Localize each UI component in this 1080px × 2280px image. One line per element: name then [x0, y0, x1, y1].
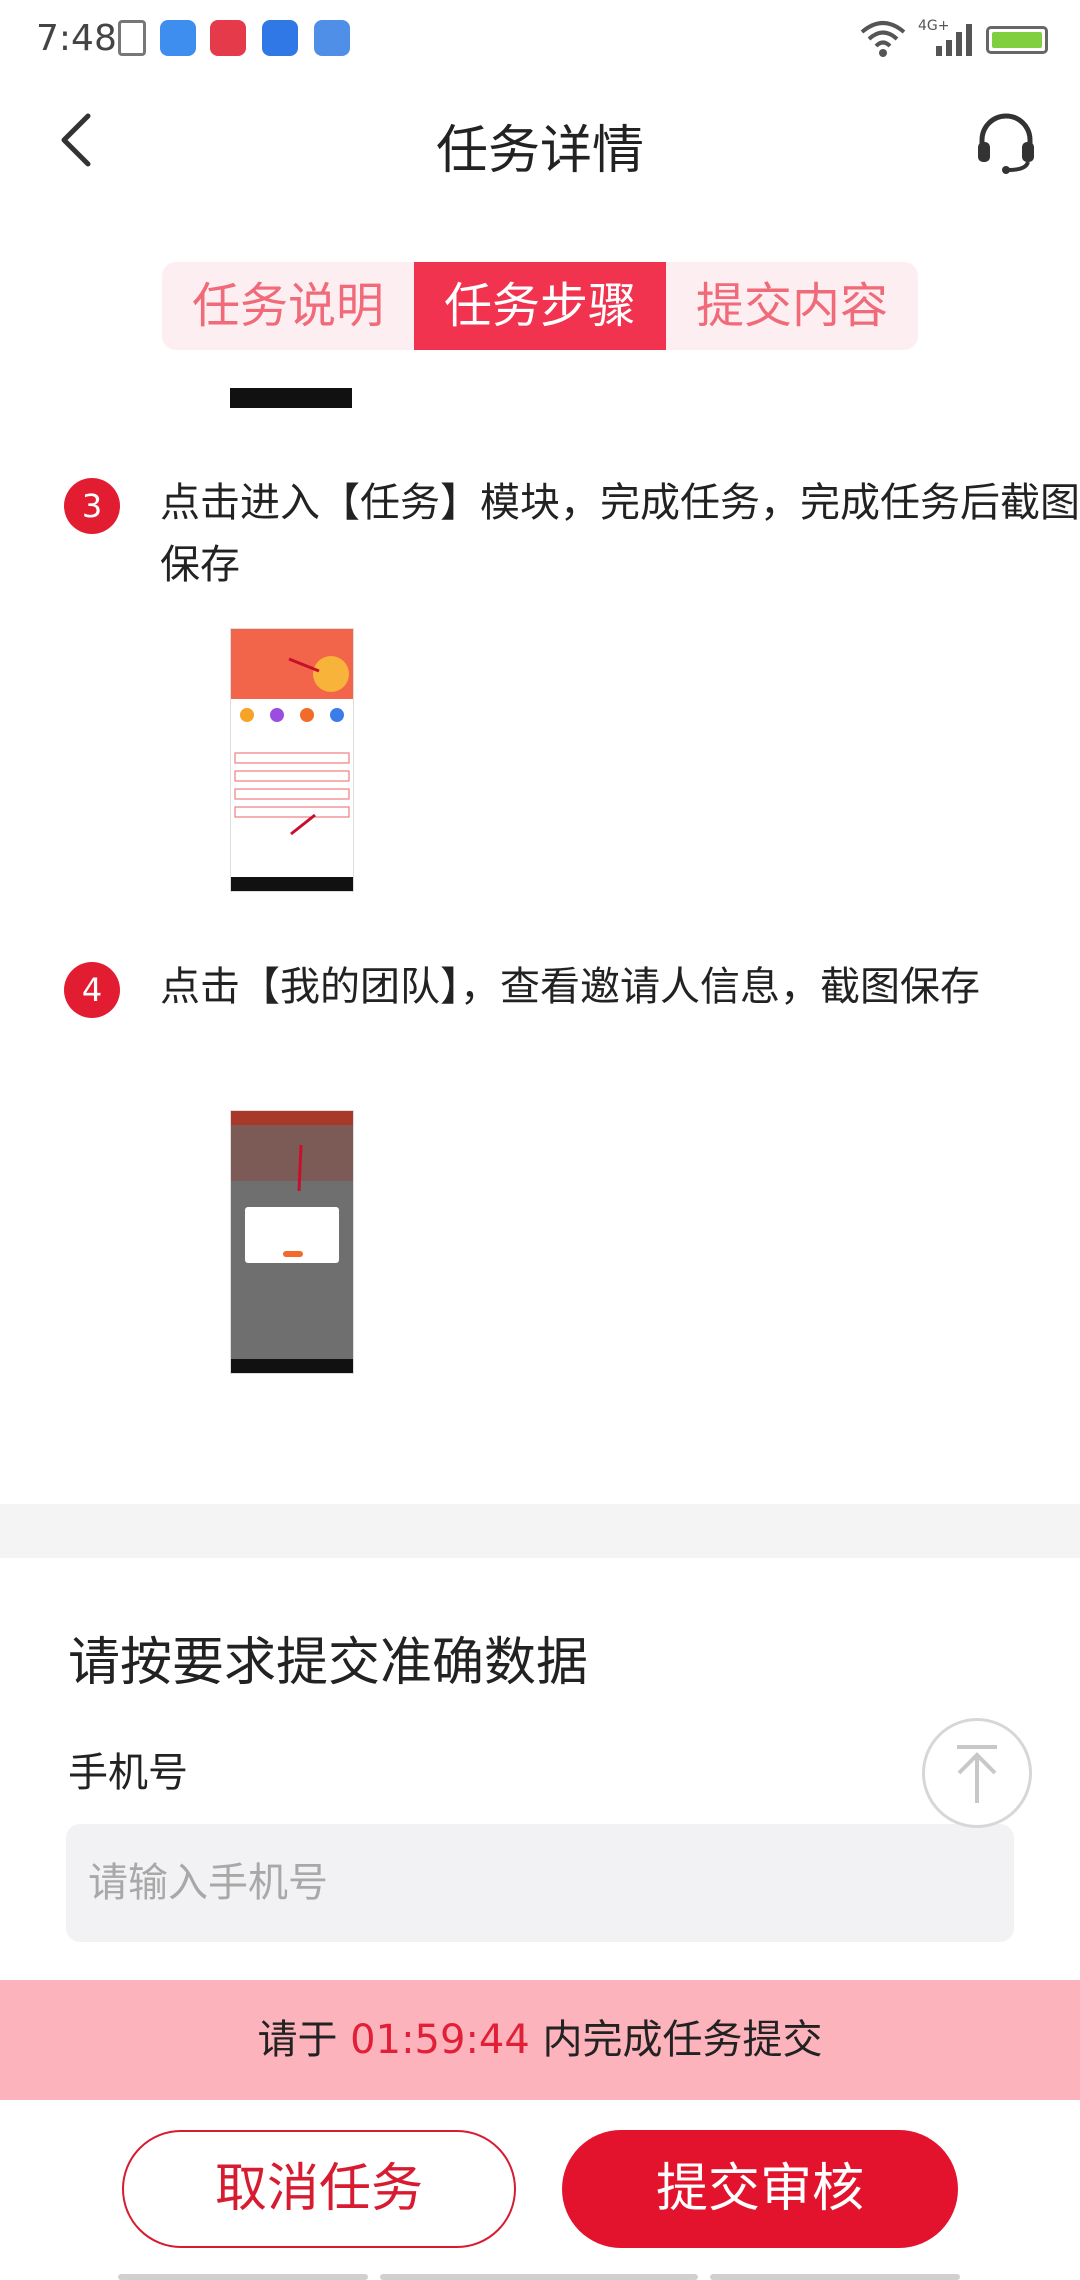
- phone-label: 手机号: [68, 1750, 188, 1796]
- signal-icon: 4G+: [918, 18, 972, 56]
- screenshot-thumbnail: [231, 1111, 353, 1373]
- phone-input[interactable]: [66, 1824, 1014, 1942]
- notification-app-icon: [210, 20, 246, 56]
- screenshot-image-partial: [230, 388, 352, 408]
- countdown-suffix: 内完成任务提交: [542, 2017, 823, 2063]
- step-number-badge: 3: [64, 478, 120, 534]
- submit-review-button[interactable]: 提交审核: [562, 2130, 958, 2248]
- app-header: 任务详情: [0, 90, 1080, 190]
- scroll-to-top-button[interactable]: [922, 1718, 1032, 1828]
- vibrate-icon: [118, 20, 146, 56]
- wifi-icon: [860, 21, 906, 57]
- countdown-timer: 01:59:44: [350, 2017, 530, 2063]
- cancel-task-button[interactable]: 取消任务: [122, 2130, 516, 2248]
- step-screenshot-image[interactable]: [230, 1110, 354, 1374]
- tab-task-steps[interactable]: 任务步骤: [414, 262, 666, 350]
- tab-task-description[interactable]: 任务说明: [162, 262, 414, 350]
- step-number-badge: 4: [64, 962, 120, 1018]
- step-screenshot-image[interactable]: [230, 628, 354, 892]
- tab-submit-content[interactable]: 提交内容: [666, 262, 918, 350]
- network-type-label: 4G+: [918, 18, 950, 34]
- status-bar: 7:48 4G+: [0, 0, 1080, 80]
- step-text: 点击进入【任务】模块，完成任务，完成任务后截图保存: [160, 480, 1080, 588]
- screenshot-thumbnail: [231, 629, 353, 891]
- page-title: 任务详情: [435, 121, 644, 181]
- bottom-indicator: [118, 2274, 964, 2280]
- section-divider: [0, 1504, 1080, 1558]
- step-text: 点击【我的团队】，查看邀请人信息，截图保存: [160, 964, 980, 1010]
- countdown-banner: 请于 01:59:44 内完成任务提交: [0, 1980, 1080, 2100]
- customer-service-icon[interactable]: [972, 108, 1040, 176]
- countdown-prefix: 请于: [257, 2017, 338, 2063]
- weather-app-icon: [160, 20, 196, 56]
- battery-icon: [986, 26, 1048, 54]
- arrow-up-icon: [957, 1745, 997, 1803]
- eye-app-icon: [262, 20, 298, 56]
- form-title: 请按要求提交准确数据: [68, 1633, 589, 1693]
- task-tabs: 任务说明 任务步骤 提交内容: [162, 262, 918, 350]
- shield-icon: [314, 20, 350, 56]
- status-time: 7:48: [36, 18, 117, 59]
